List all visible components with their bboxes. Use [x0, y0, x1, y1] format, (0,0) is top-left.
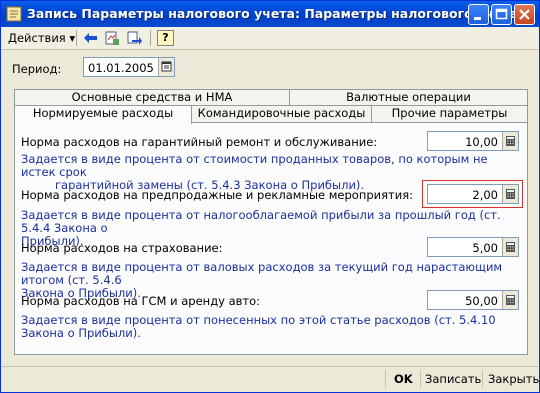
field-value: 2,00: [472, 188, 498, 202]
close-icon: [519, 9, 530, 20]
advertising-rate-field[interactable]: 2,00: [427, 184, 519, 204]
tab-other-parameters[interactable]: Прочие параметры: [371, 105, 528, 122]
close-button[interactable]: Закрыть: [488, 372, 539, 386]
calculator-button[interactable]: [502, 185, 518, 203]
back-arrow-icon[interactable]: [82, 30, 99, 46]
tab-normalized-expenses[interactable]: Нормируемые расходы: [14, 105, 192, 124]
insurance-rate-field[interactable]: 5,00: [427, 237, 519, 257]
tab-travel-expenses[interactable]: Командировочные расходы: [191, 105, 372, 122]
row-label: Норма расходов на предпродажные и реклам…: [21, 188, 414, 202]
calendar-button[interactable]: [158, 58, 174, 76]
bottom-button-bar: OK Записать Закрыть: [2, 366, 539, 391]
calculator-button[interactable]: [502, 132, 518, 150]
maximize-icon: [495, 8, 508, 20]
calculator-icon: [506, 295, 515, 305]
structure-icon[interactable]: [126, 30, 143, 46]
tab-label: Основные средства и НМА: [71, 90, 233, 104]
toolbar-divider: [76, 30, 77, 46]
field-value: 5,00: [472, 241, 498, 255]
tab-label: Прочие параметры: [391, 106, 508, 120]
help-icon[interactable]: ?: [157, 30, 174, 46]
toolbar: Действия ▾ ?: [2, 27, 538, 50]
period-field[interactable]: 01.01.2005: [83, 57, 175, 77]
tab-currency-operations[interactable]: Валютные операции: [289, 89, 528, 106]
button-divider: [482, 370, 483, 388]
calculator-icon: [506, 242, 515, 252]
subordinate-documents-icon[interactable]: [104, 30, 121, 46]
tab-row-top: Основные средства и НМА Валютные операци…: [14, 89, 528, 106]
field-value: 50,00: [465, 294, 498, 308]
calculator-icon: [506, 136, 515, 146]
window-title: Запись Параметры налогового учета: Парам…: [27, 6, 523, 21]
help-label: ?: [162, 31, 169, 44]
actions-label: Действия: [8, 31, 66, 45]
maximize-button[interactable]: [491, 4, 512, 25]
warranty-repair-rate-field[interactable]: 10,00: [427, 131, 519, 151]
tab-panel-normalized-expenses: Норма расходов на гарантийный ремонт и о…: [14, 122, 528, 355]
app-icon: [6, 6, 22, 22]
tab-label: Валютные операции: [346, 90, 471, 104]
period-label: Период:: [12, 62, 62, 76]
title-bar[interactable]: Запись Параметры налогового учета: Парам…: [1, 1, 539, 27]
calculator-button[interactable]: [502, 291, 518, 309]
close-window-button[interactable]: [514, 4, 535, 25]
tab-label: Командировочные расходы: [197, 106, 366, 120]
tab-label: Нормируемые расходы: [32, 106, 174, 120]
calendar-icon: [161, 61, 172, 72]
dialog-window: Запись Параметры налогового учета: Парам…: [0, 0, 540, 393]
field-value: 10,00: [465, 135, 498, 149]
chevron-down-icon: ▾: [69, 31, 76, 45]
calculator-icon: [506, 189, 515, 199]
actions-menu-button[interactable]: Действия ▾: [8, 31, 75, 45]
period-value: 01.01.2005: [88, 61, 154, 75]
button-divider: [420, 370, 421, 388]
tab-fixed-assets[interactable]: Основные средства и НМА: [14, 89, 290, 106]
fuel-rent-rate-field[interactable]: 50,00: [427, 290, 519, 310]
row-label: Норма расходов на гарантийный ремонт и о…: [21, 135, 378, 149]
tab-row-bottom: Нормируемые расходы Командировочные расх…: [14, 105, 528, 124]
minimize-icon: [474, 17, 481, 20]
calculator-button[interactable]: [502, 238, 518, 256]
row-label: Норма расходов на ГСМ и аренду авто:: [21, 294, 261, 308]
row-description: Задается в виде процента от понесенных п…: [21, 313, 496, 340]
toolbar-divider: [150, 30, 151, 46]
save-button[interactable]: Записать: [425, 372, 481, 386]
button-divider: [385, 370, 386, 388]
row-label: Норма расходов на страхование:: [21, 241, 223, 255]
minimize-button[interactable]: [468, 4, 489, 25]
ok-button[interactable]: OK: [394, 372, 413, 386]
